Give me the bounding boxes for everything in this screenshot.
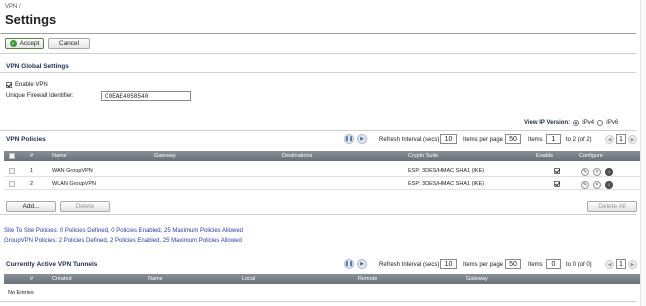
col-created: Created [52, 276, 72, 282]
row-crypto: ESP: 3DES/HMAC SHA1 (IKE) [408, 168, 485, 174]
row-num: 1 [30, 168, 34, 174]
col-crypto: Crypto Suite [408, 153, 439, 159]
delete-button-label: Delete [75, 203, 95, 210]
vpn-policies-title: VPN Policies [6, 136, 46, 143]
prev-page-icon[interactable]: ◀ [605, 260, 614, 269]
policies-items-range: to 2 (of 2) [566, 137, 592, 143]
col-num: # [30, 153, 34, 159]
add-policy-button[interactable]: Add... [6, 201, 56, 212]
global-settings-title: VPN Global Settings [6, 63, 69, 70]
row-num: 2 [30, 181, 34, 187]
play-icon[interactable]: ▶ [357, 259, 367, 269]
tunnels-divider [0, 301, 636, 302]
active-tunnels-title: Currently Active VPN Tunnels [6, 261, 98, 268]
delete-all-button[interactable]: Delete All [587, 201, 637, 212]
enable-vpn-checkbox[interactable] [6, 82, 12, 88]
ipv6-radio[interactable] [597, 120, 604, 126]
accept-button-label: Accept [19, 40, 40, 47]
col-name: Name [148, 276, 163, 282]
policies-per-page-label: Items per page [463, 137, 504, 143]
row-enable-checkbox[interactable] [554, 181, 560, 187]
policies-table-header: # Name Gateway Destinations Crypto Suite… [4, 151, 640, 161]
cancel-button[interactable]: Cancel [48, 38, 90, 49]
download-icon[interactable]: ↓ [605, 181, 613, 189]
next-page-icon[interactable]: ▶ [628, 135, 637, 144]
tunnels-page-input[interactable]: 1 [616, 259, 626, 269]
add-button-label: Add... [22, 203, 40, 210]
col-configure: Configure [579, 153, 603, 159]
tunnels-per-page-label: Items per page [463, 262, 504, 268]
play-icon[interactable]: ▶ [357, 134, 367, 144]
firewall-id-label: Unique Firewall Identifier: [6, 93, 74, 99]
tunnels-items-range: to 0 (of 0) [566, 262, 592, 268]
global-settings-divider [0, 72, 636, 73]
tunnels-table-header: # Created Name Local Remote Gateway [4, 274, 640, 284]
firewall-id-input[interactable]: C0EAE4058540 [101, 91, 191, 101]
select-all-checkbox[interactable] [9, 153, 15, 159]
enable-vpn-label: Enable VPN [15, 82, 48, 88]
col-name: Name [52, 153, 67, 159]
accept-button[interactable]: ✓ Accept [5, 38, 44, 49]
site-to-site-summary: Site To Site Policies: 0 Policies Define… [4, 228, 244, 234]
col-destinations: Destinations [282, 153, 313, 159]
policies-page-input[interactable]: 1 [616, 134, 626, 144]
breadcrumb[interactable]: VPN / [5, 4, 21, 10]
policies-refresh-input[interactable]: 10 [440, 134, 457, 144]
policies-divider [0, 214, 636, 215]
col-enable: Enable [536, 153, 554, 159]
scrollbar[interactable] [640, 0, 646, 306]
col-gateway: Gateway [154, 153, 176, 159]
col-remote: Remote [358, 276, 378, 282]
enable-vpn-row: Enable VPN [6, 82, 48, 88]
ip-version-selector: View IP Version: IPv4 IPv6 [524, 120, 618, 126]
ipv4-label: IPv4 [582, 120, 595, 126]
checkmark-icon: ✓ [9, 40, 17, 47]
next-page-icon[interactable]: ▶ [628, 260, 637, 269]
col-num: # [30, 276, 34, 282]
policies-items-label: Items [528, 137, 543, 143]
edit-icon[interactable]: ✎ [581, 168, 589, 176]
pause-icon[interactable]: ❚❚ [344, 259, 354, 269]
row-name: WAN GroupVPN [52, 168, 93, 174]
ipv6-label: IPv6 [606, 120, 619, 126]
ip-version-divider [0, 130, 636, 131]
row-name: WLAN GroupVPN [52, 181, 97, 187]
pause-icon[interactable]: ❚❚ [344, 134, 354, 144]
delete-icon[interactable]: × [593, 181, 601, 189]
policies-items-input[interactable]: 1 [546, 134, 561, 144]
tunnels-items-label: Items [528, 262, 543, 268]
edit-icon[interactable]: ✎ [581, 181, 589, 189]
tunnels-items-input[interactable]: 0 [546, 259, 561, 269]
no-entries-text: No Entries [8, 290, 34, 296]
prev-page-icon[interactable]: ◀ [605, 135, 614, 144]
ipv4-radio[interactable] [573, 120, 580, 126]
delete-all-button-label: Delete All [598, 203, 626, 210]
row-checkbox[interactable] [9, 181, 15, 187]
row-checkbox[interactable] [9, 168, 15, 174]
col-local: Local [242, 276, 256, 282]
table-row: 1 WAN GroupVPN ESP: 3DES/HMAC SHA1 (IKE)… [4, 165, 640, 177]
tunnels-per-page-input[interactable]: 50 [505, 259, 521, 269]
toolbar-divider [0, 53, 636, 54]
policies-refresh-label: Refresh Interval (secs) [379, 137, 440, 143]
tunnels-refresh-input[interactable]: 10 [440, 259, 457, 269]
ip-version-label: View IP Version: [524, 120, 571, 126]
header-divider [0, 33, 636, 34]
delete-icon[interactable]: × [593, 168, 601, 176]
download-icon[interactable]: ↓ [605, 168, 613, 176]
group-vpn-summary: GroupVPN Policies: 2 Policies Defined, 2… [4, 238, 242, 244]
table-row: 2 WLAN GroupVPN ESP: 3DES/HMAC SHA1 (IKE… [4, 178, 640, 190]
page-title: Settings [5, 12, 57, 27]
cancel-button-label: Cancel [58, 40, 80, 47]
delete-policy-button[interactable]: Delete [60, 201, 110, 212]
row-enable-checkbox[interactable] [554, 168, 560, 174]
col-gateway: Gateway [466, 276, 488, 282]
row-crypto: ESP: 3DES/HMAC SHA1 (IKE) [408, 181, 485, 187]
empty-row: No Entries [4, 287, 640, 299]
tunnels-refresh-label: Refresh Interval (secs) [379, 262, 440, 268]
policies-per-page-input[interactable]: 50 [505, 134, 521, 144]
